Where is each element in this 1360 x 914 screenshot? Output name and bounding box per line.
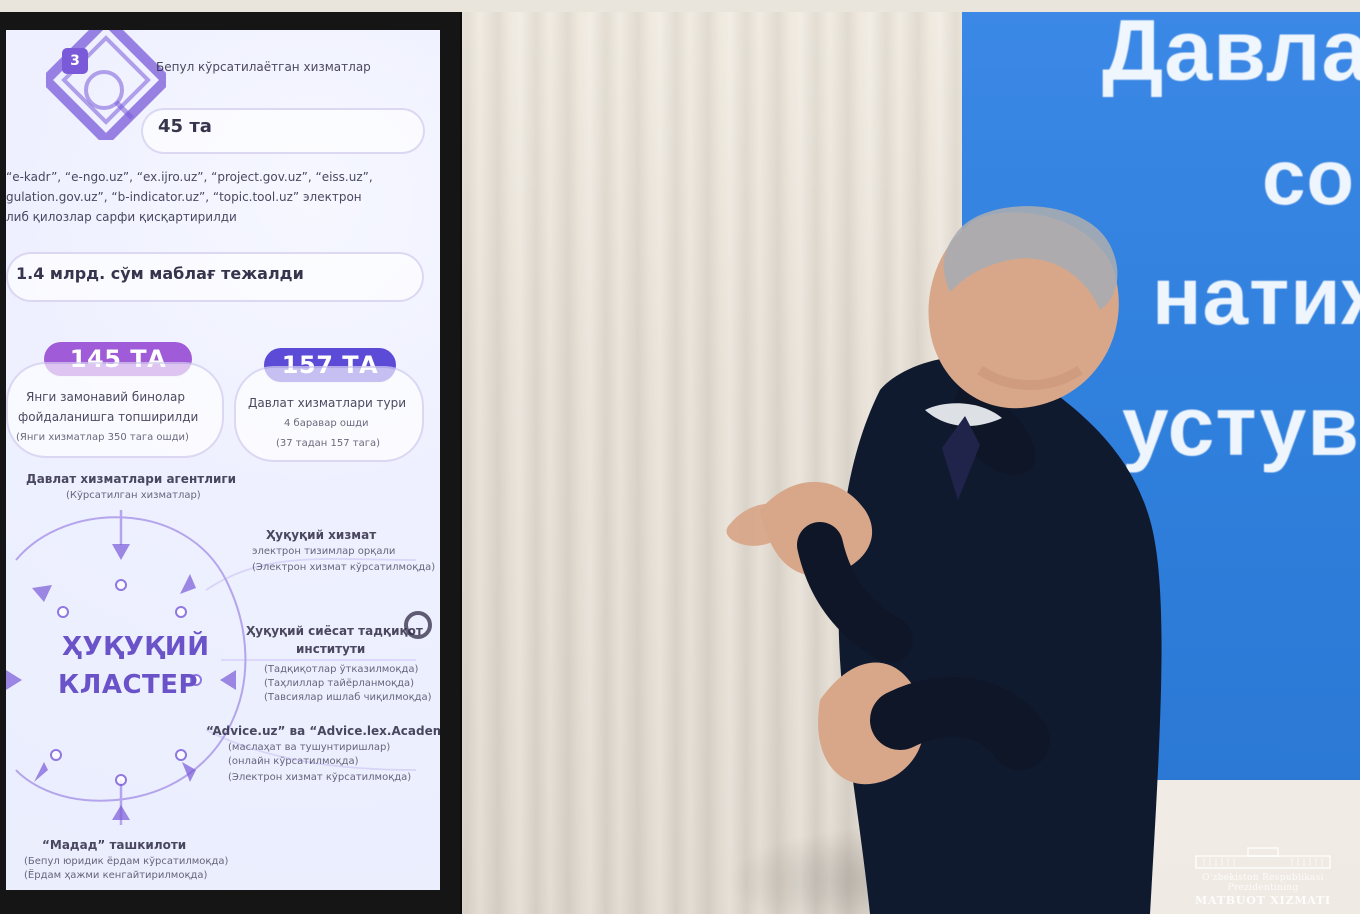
madad-sub-1: (Бепул юридик ёрдам кўрсатилмоқда)	[24, 856, 229, 867]
banner-line-1: Давла	[1102, 12, 1360, 99]
cluster-line-1: ҲУҚУҚИЙ	[62, 632, 210, 662]
legal-service-sub-2: (Электрон хизмат кўрсатилмоқда)	[252, 562, 436, 573]
advice-sub-1: (маслаҳат ва тушунтиришлар)	[228, 742, 391, 753]
box-left-line-1: Янги замонавий бинолар	[26, 390, 185, 404]
watermark: O'zbekiston Respublikasi Prezidentining …	[1178, 844, 1348, 907]
watermark-line-1: O'zbekiston Respublikasi Prezidentining	[1202, 873, 1324, 893]
monitor-screen: 3 Бепул кўрсатилаётган хизматлар 45 та “…	[6, 30, 440, 890]
advice-title: “Advice.uz” ва “Advice.lex.Academy”	[206, 724, 440, 738]
speaker-figure	[726, 206, 1162, 914]
legal-policy-sub-1: (Тадқиқотлар ўтказилмоқда)	[264, 664, 419, 675]
legal-policy-title: Ҳуқуқий сиёсат тадқиқот	[246, 624, 423, 638]
legal-policy-sub-2: (Таҳлиллар тайёрланмоқда)	[264, 678, 415, 689]
photo-scene: 3 Бепул кўрсатилаётган хизматлар 45 та “…	[0, 0, 1360, 914]
header-number-badge: 3	[62, 48, 88, 74]
madad-title: “Мадад” ташкилоти	[42, 838, 187, 852]
header-title: Бепул кўрсатилаётган хизматлар	[156, 60, 371, 74]
box-left-line-3: (Янги хизматлар 350 тага ошди)	[16, 432, 189, 443]
box-left-line-2: фойдаланишга топширилди	[18, 410, 199, 424]
box-right-line-3: (37 тадан 157 тага)	[276, 438, 381, 449]
box-right-line-1: Давлат хизматлари тури	[248, 396, 407, 410]
sites-line-3: либ қилозлар сарфи қисқартирилди	[6, 210, 237, 224]
banner-line-2: со	[1262, 133, 1356, 221]
legal-policy-sub-3: (Тавсиялар ишлаб чиқилмоқда)	[264, 692, 432, 703]
sites-line-1: “e-kadr”, “e-ngo.uz”, “ex.ijro.uz”, “pro…	[6, 170, 373, 184]
advice-sub-3: (Электрон хизмат кўрсатилмоқда)	[228, 772, 412, 783]
savings-text: 1.4 млрд. сўм маблағ тежалди	[16, 264, 304, 283]
watermark-line-2: MATBUOT XIZMATI	[1195, 894, 1331, 907]
left-monitor: 3 Бепул кўрсатилаётган хизматлар 45 та “…	[0, 12, 462, 914]
legal-service-sub: электрон тизимлар орқали	[252, 546, 396, 557]
legal-service-title: Ҳуқуқий хизмат	[266, 528, 377, 542]
count-45: 45 та	[158, 116, 212, 137]
header-number: 3	[70, 53, 80, 69]
sites-line-2: gulation.gov.uz”, “b-indicator.uz”, “top…	[6, 190, 362, 204]
cluster-line-2: КЛАСТЕР	[58, 670, 199, 700]
legal-policy-title-2: институти	[296, 642, 366, 656]
watermark-building-icon	[1195, 847, 1331, 869]
advice-sub-2: (онлайн кўрсатилмоқда)	[228, 756, 359, 767]
madad-sub-2: (Ёрдам ҳажми кенгайтирилмоқда)	[24, 870, 208, 881]
box-right-line-2: 4 баравар ошди	[284, 418, 369, 429]
